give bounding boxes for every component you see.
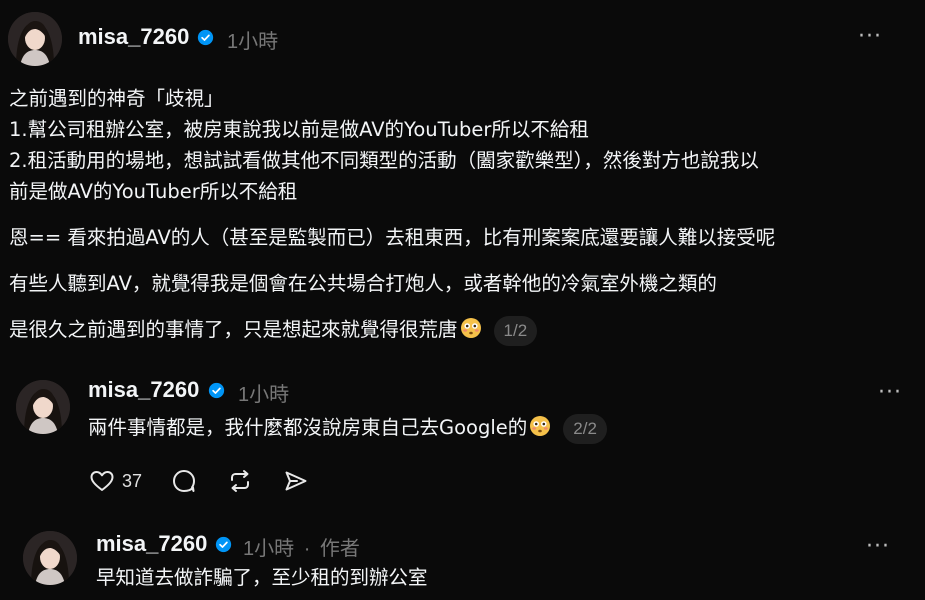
repost-icon [231,470,250,492]
meta-separator: · [303,538,311,560]
reply-username[interactable]: misa_7260 [96,531,207,557]
page-indicator-badge: 2/2 [563,413,607,444]
more-options-icon[interactable]: ··· [866,536,890,558]
verified-badge-icon [208,382,225,399]
like-count: 37 [122,470,143,491]
reply-text-row: 兩件事情都是，我什麼都沒說房東自己去Google的 2/2 [88,413,607,444]
like-button[interactable]: 37 [88,467,142,495]
verified-badge-icon [215,536,232,553]
post-username[interactable]: misa_7260 [78,24,189,50]
reply-timestamp[interactable]: 1小時 [238,378,289,407]
author-tag: 作者 [319,538,360,560]
more-options-icon[interactable]: ··· [878,382,902,404]
reply-text: 兩件事情都是，我什麼都沒說房東自己去Google的 [88,416,528,439]
post-line: 之前遇到的神奇「歧視」 [9,87,224,110]
reply-meta: 1小時 · 作者 [243,532,360,561]
avatar[interactable] [16,380,70,434]
post-line: 2.租活動用的場地，想試試看做其他不同類型的活動（闔家歡樂型），然後對方也說我以 [9,149,759,172]
flushed-face-icon [460,318,481,338]
post-timestamp[interactable]: 1小時 [227,25,278,54]
comment-button[interactable] [170,467,198,495]
post-line: 是很久之前遇到的事情了，只是想起來就覺得很荒唐 [9,318,458,341]
thread-page: misa_7260 1小時 ··· 之前遇到的神奇「歧視」 1.幫公司租辦公室，… [0,0,925,600]
heart-icon [90,471,114,491]
more-options-icon[interactable]: ··· [858,26,882,48]
avatar[interactable] [8,12,62,66]
post-line: 前是做AV的YouTuber所以不給租 [9,180,298,203]
send-icon [285,471,307,491]
flushed-face-icon [530,416,551,436]
post-last-line: 是很久之前遇到的事情了，只是想起來就覺得很荒唐 1/2 [9,315,538,346]
post-line: 恩== 看來拍過AV的人（甚至是監製而已）去租東西，比有刑案案底還要讓人難以接受… [9,226,776,249]
reply-username[interactable]: misa_7260 [88,377,199,403]
reply-text: 早知道去做詐騙了，至少租的到辦公室 [96,566,428,589]
post-line: 1.幫公司租辦公室，被房東說我以前是做AV的YouTuber所以不給租 [9,118,589,141]
post-line: 有些人聽到AV，就覺得我是個會在公共場合打炮人，或者幹他的冷氣室外機之類的 [9,272,717,295]
verified-badge-icon [197,29,214,46]
action-bar: 37 [88,465,338,497]
share-button[interactable] [282,467,310,495]
avatar[interactable] [23,531,77,585]
comment-icon [173,470,196,492]
repost-button[interactable] [226,467,254,495]
page-indicator-badge: 1/2 [493,315,538,346]
reply-timestamp[interactable]: 1小時 [243,538,294,560]
